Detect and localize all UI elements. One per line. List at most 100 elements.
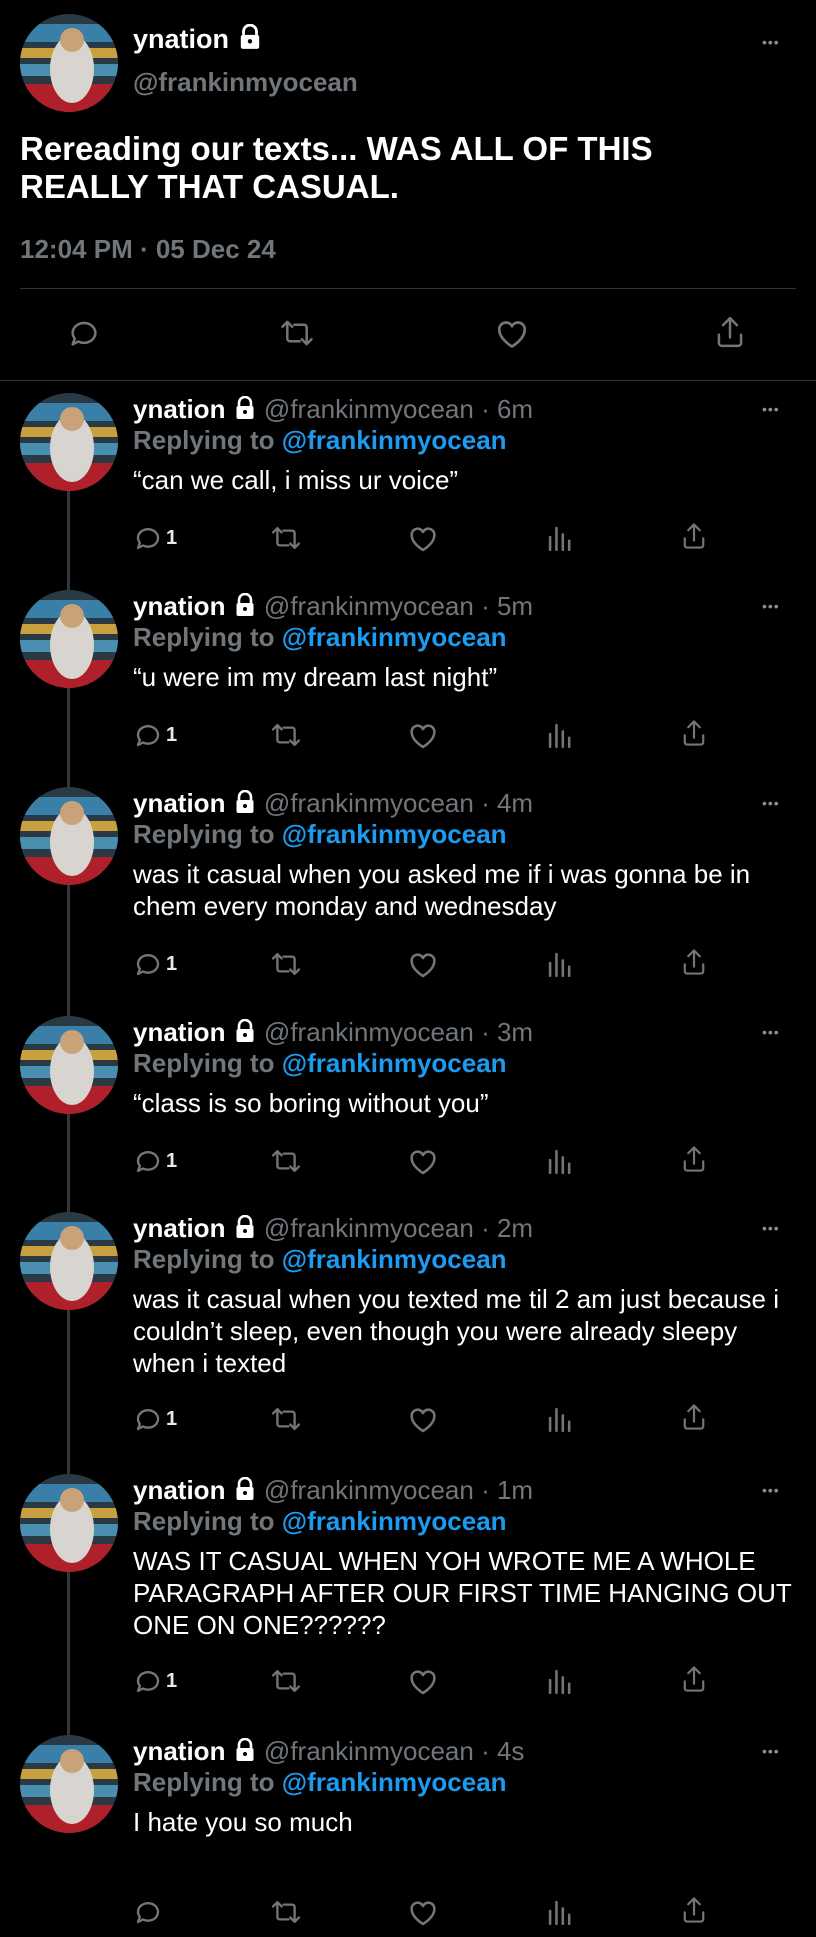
retweet-button[interactable] bbox=[270, 1146, 302, 1176]
share-button[interactable] bbox=[680, 1895, 708, 1925]
like-button[interactable] bbox=[407, 1146, 439, 1176]
like-button[interactable] bbox=[407, 949, 439, 979]
reply-count: 1 bbox=[166, 952, 178, 975]
reply-button[interactable]: 1 bbox=[133, 1666, 177, 1696]
like-button[interactable] bbox=[407, 1404, 439, 1434]
more-icon[interactable]: ••• bbox=[762, 795, 780, 811]
reply-tweet[interactable]: ynation @frankinmyocean · 1m ••• Replyin… bbox=[0, 1474, 816, 1706]
author-handle[interactable]: @frankinmyocean bbox=[133, 67, 358, 98]
author-name[interactable]: ynation bbox=[133, 1475, 225, 1505]
reply-button[interactable]: 1 bbox=[133, 1404, 177, 1434]
avatar[interactable] bbox=[20, 1735, 118, 1833]
views-button[interactable] bbox=[546, 1666, 572, 1694]
more-icon[interactable]: ••• bbox=[762, 1024, 780, 1040]
handle-and-time[interactable]: @frankinmyocean · 5m bbox=[264, 591, 533, 621]
share-button[interactable] bbox=[680, 1144, 708, 1174]
more-icon[interactable]: ••• bbox=[762, 598, 780, 614]
reply-button[interactable]: 1 bbox=[133, 720, 177, 750]
share-button[interactable] bbox=[680, 947, 708, 977]
reply-icon bbox=[133, 949, 163, 979]
retweet-button[interactable] bbox=[270, 720, 302, 750]
replying-to-label: Replying to bbox=[133, 819, 275, 849]
more-icon[interactable]: ••• bbox=[762, 1482, 780, 1498]
reply-tweet[interactable]: ynation @frankinmyocean · 4s ••• Replyin… bbox=[0, 1735, 816, 1937]
replying-to-handle[interactable]: @frankinmyocean bbox=[282, 819, 507, 849]
tweet-timestamp[interactable]: 12:04 PM · 05 Dec 24 bbox=[20, 234, 276, 265]
more-icon[interactable]: ••• bbox=[762, 401, 780, 417]
avatar[interactable] bbox=[20, 1474, 118, 1572]
avatar[interactable] bbox=[20, 590, 118, 688]
handle-and-time[interactable]: @frankinmyocean · 3m bbox=[264, 1017, 533, 1047]
author-name[interactable]: ynation bbox=[133, 394, 225, 424]
views-button[interactable] bbox=[546, 1404, 572, 1432]
reply-count: 1 bbox=[166, 1669, 178, 1692]
avatar[interactable] bbox=[20, 393, 118, 491]
like-button[interactable] bbox=[407, 523, 439, 553]
views-button[interactable] bbox=[546, 720, 572, 748]
like-button[interactable] bbox=[407, 1666, 439, 1696]
heart-icon bbox=[407, 1404, 439, 1434]
author-name[interactable]: ynation bbox=[133, 1736, 225, 1766]
replying-to: Replying to @frankinmyocean bbox=[133, 424, 507, 456]
share-button[interactable] bbox=[680, 1402, 708, 1432]
replying-to-handle[interactable]: @frankinmyocean bbox=[282, 425, 507, 455]
reply-button[interactable] bbox=[67, 316, 101, 350]
heart-icon bbox=[407, 720, 439, 750]
replying-to-handle[interactable]: @frankinmyocean bbox=[282, 1244, 507, 1274]
share-button[interactable] bbox=[680, 718, 708, 748]
share-button[interactable] bbox=[713, 314, 747, 350]
tweet-text: Rereading our texts... WAS ALL OF THIS R… bbox=[20, 130, 653, 205]
share-button[interactable] bbox=[680, 521, 708, 551]
author-name[interactable]: ynation bbox=[133, 1017, 225, 1047]
replying-to-handle[interactable]: @frankinmyocean bbox=[282, 1767, 507, 1797]
retweet-button[interactable] bbox=[270, 1666, 302, 1696]
avatar[interactable] bbox=[20, 1016, 118, 1114]
author-name[interactable]: ynation bbox=[133, 1213, 225, 1243]
reply-button[interactable]: 1 bbox=[133, 523, 177, 553]
handle-and-time[interactable]: @frankinmyocean · 2m bbox=[264, 1213, 533, 1243]
retweet-button[interactable] bbox=[270, 1404, 302, 1434]
views-button[interactable] bbox=[546, 1146, 572, 1174]
reply-icon bbox=[71, 321, 97, 346]
reply-button[interactable] bbox=[133, 1897, 166, 1927]
handle-and-time[interactable]: @frankinmyocean · 4m bbox=[264, 788, 533, 818]
reply-tweet[interactable]: ynation @frankinmyocean · 6m ••• Replyin… bbox=[0, 393, 816, 563]
more-icon[interactable]: ••• bbox=[762, 34, 780, 50]
replying-to-handle[interactable]: @frankinmyocean bbox=[282, 622, 507, 652]
reply-tweet[interactable]: ynation @frankinmyocean · 5m ••• Replyin… bbox=[0, 590, 816, 760]
views-button[interactable] bbox=[546, 1897, 572, 1925]
author-name[interactable]: ynation bbox=[133, 591, 225, 621]
retweet-button[interactable] bbox=[270, 949, 302, 979]
reply-button[interactable]: 1 bbox=[133, 1146, 177, 1176]
retweet-icon bbox=[270, 720, 302, 750]
handle-and-time[interactable]: @frankinmyocean · 6m bbox=[264, 394, 533, 424]
author-name[interactable]: ynation bbox=[133, 788, 225, 818]
avatar[interactable] bbox=[20, 787, 118, 885]
like-button[interactable] bbox=[407, 1897, 439, 1927]
views-button[interactable] bbox=[546, 949, 572, 977]
reply-tweet[interactable]: ynation @frankinmyocean · 2m ••• Replyin… bbox=[0, 1212, 816, 1444]
handle-and-time[interactable]: @frankinmyocean · 4s bbox=[264, 1736, 525, 1766]
handle-and-time[interactable]: @frankinmyocean · 1m bbox=[264, 1475, 533, 1505]
replying-to-handle[interactable]: @frankinmyocean bbox=[282, 1048, 507, 1078]
more-icon[interactable]: ••• bbox=[762, 1220, 780, 1236]
reply-tweet[interactable]: ynation @frankinmyocean · 3m ••• Replyin… bbox=[0, 1016, 816, 1186]
retweet-button[interactable] bbox=[270, 1897, 302, 1927]
retweet-button[interactable] bbox=[270, 523, 302, 553]
avatar[interactable] bbox=[20, 14, 118, 112]
more-icon[interactable]: ••• bbox=[762, 1743, 780, 1759]
author-name[interactable]: ynation bbox=[133, 24, 263, 57]
replying-to-handle[interactable]: @frankinmyocean bbox=[282, 1506, 507, 1536]
reply-button[interactable]: 1 bbox=[133, 949, 177, 979]
retweet-button[interactable] bbox=[279, 316, 315, 350]
heart-icon bbox=[497, 321, 527, 348]
analytics-icon bbox=[546, 949, 572, 977]
like-button[interactable] bbox=[494, 316, 530, 350]
share-button[interactable] bbox=[680, 1664, 708, 1694]
reply-tweet[interactable]: ynation @frankinmyocean · 4m ••• Replyin… bbox=[0, 787, 816, 989]
views-button[interactable] bbox=[546, 523, 572, 551]
retweet-icon bbox=[270, 1666, 302, 1696]
reply-text: “can we call, i miss ur voice” bbox=[133, 465, 459, 495]
avatar[interactable] bbox=[20, 1212, 118, 1310]
like-button[interactable] bbox=[407, 720, 439, 750]
